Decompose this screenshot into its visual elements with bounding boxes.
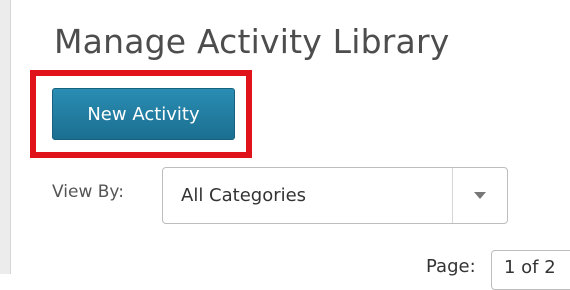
page-title: Manage Activity Library bbox=[54, 22, 450, 61]
chevron-down-icon[interactable] bbox=[474, 192, 486, 199]
left-border bbox=[0, 0, 11, 274]
page-number-select[interactable]: 1 of 2 bbox=[491, 250, 570, 290]
new-activity-button[interactable]: New Activity bbox=[52, 88, 235, 140]
category-select[interactable]: All Categories bbox=[162, 167, 508, 224]
view-by-label: View By: bbox=[52, 182, 124, 202]
category-select-value: All Categories bbox=[181, 185, 307, 206]
select-divider bbox=[452, 168, 453, 223]
